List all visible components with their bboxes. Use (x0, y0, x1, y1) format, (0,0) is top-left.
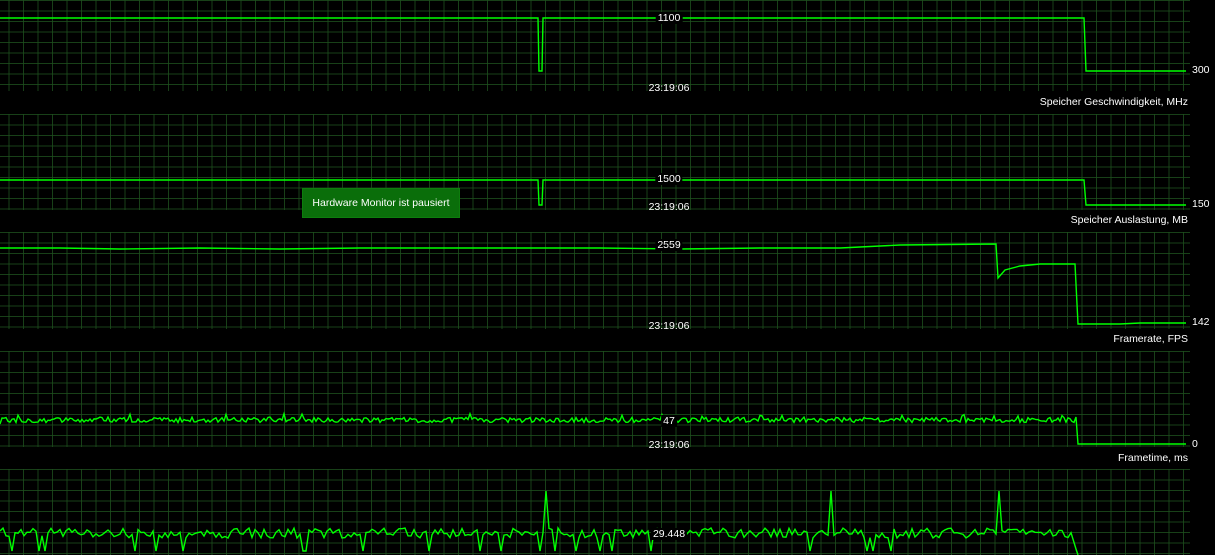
memory-usage-title: Speicher Auslastung, MB (1070, 214, 1188, 226)
memory-clock-current-value: 1100 (655, 12, 683, 24)
graph-frametime (0, 351, 1190, 447)
frametime-title: Frametime, ms (1117, 452, 1188, 464)
memory-clock-title: Speicher Geschwindigkeit, MHz (1039, 96, 1188, 108)
memory-usage-end-value: 150 (1192, 198, 1210, 210)
memory-clock-timestamp: 23:19:06 (648, 82, 690, 94)
frametime-end-value: 0 (1192, 438, 1198, 450)
graph-memory-usage (0, 114, 1190, 210)
frametime-trace (0, 411, 1186, 445)
memory-usage-trace (0, 179, 1186, 206)
memory-clock-trace (0, 17, 1186, 72)
framerate-current-value: 2559 (655, 239, 683, 251)
graph-memory-clock (0, 0, 1190, 91)
frametime-current-value: 47 (661, 415, 677, 427)
bottom-trace (0, 490, 1079, 555)
framerate-end-value: 142 (1192, 316, 1210, 328)
memory-usage-timestamp: 23:19:06 (648, 201, 690, 213)
bottom-current-value: 29.448 (650, 528, 688, 540)
graph-framerate (0, 232, 1190, 329)
memory-clock-end-value: 300 (1192, 64, 1210, 76)
framerate-trace (0, 243, 1186, 325)
framerate-title: Framerate, FPS (1113, 333, 1188, 345)
graph-bottom (0, 469, 1190, 555)
memory-usage-current-value: 1500 (655, 173, 683, 185)
frametime-timestamp: 23:19:06 (648, 439, 690, 451)
hardware-monitor-paused-badge: Hardware Monitor ist pausiert (302, 188, 460, 218)
framerate-timestamp: 23:19:06 (648, 320, 690, 332)
